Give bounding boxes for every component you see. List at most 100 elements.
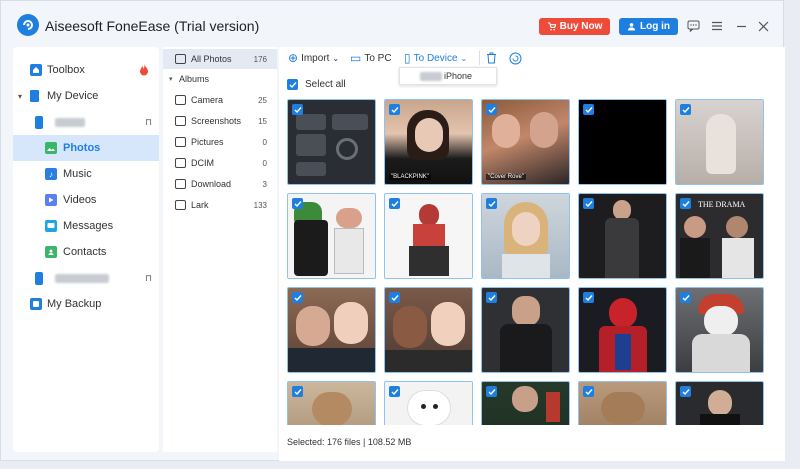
photo-tile[interactable] xyxy=(578,381,667,425)
album-count: 0 xyxy=(262,137,267,147)
user-icon xyxy=(627,23,636,31)
sidebar: Toolbox ▾ My Device ⊓ Photos ♪ Music Vid… xyxy=(13,47,159,452)
backup-icon xyxy=(30,298,42,310)
photo-tile[interactable]: "BLACKPINK" xyxy=(384,99,473,185)
checkbox-icon xyxy=(583,292,594,303)
import-button[interactable]: ⊕ Import ⌄ xyxy=(288,49,339,67)
checkbox-icon xyxy=(680,198,691,209)
album-icon xyxy=(175,54,186,64)
sidebar-item-label: Music xyxy=(63,168,92,180)
minimize-icon[interactable] xyxy=(733,18,749,34)
checkbox-icon xyxy=(292,104,303,115)
sidebar-item-my-device[interactable]: ▾ My Device xyxy=(13,83,159,109)
sidebar-item-label: Messages xyxy=(63,220,114,232)
checkbox-icon xyxy=(292,386,303,397)
feedback-icon[interactable] xyxy=(685,18,701,34)
videos-icon xyxy=(45,194,57,206)
close-icon[interactable] xyxy=(755,18,771,34)
app-logo-icon xyxy=(17,14,39,36)
dropdown-device-label: iPhone xyxy=(444,71,473,81)
checkbox-icon xyxy=(486,104,497,115)
photo-tile[interactable] xyxy=(481,287,570,373)
album-lark[interactable]: Lark 133 xyxy=(163,195,277,215)
album-label: DCIM xyxy=(191,158,214,168)
photo-tile[interactable]: THE DRAMA xyxy=(675,193,764,279)
to-device-button[interactable]: ▯ To Device ⌄ xyxy=(404,49,467,67)
log-in-label: Log in xyxy=(640,21,670,32)
album-pictures[interactable]: Pictures 0 xyxy=(163,132,277,152)
download-icon xyxy=(175,179,186,189)
menu-icon[interactable] xyxy=(709,18,725,34)
dcim-icon xyxy=(175,158,186,168)
photo-tile[interactable] xyxy=(481,381,570,425)
photo-tile[interactable] xyxy=(287,287,376,373)
album-screenshots[interactable]: Screenshots 15 xyxy=(163,111,277,131)
refresh-button[interactable] xyxy=(509,49,522,67)
checkbox-icon xyxy=(292,198,303,209)
checkbox-icon xyxy=(680,104,691,115)
hot-icon xyxy=(139,64,149,79)
photo-tile[interactable] xyxy=(578,287,667,373)
photo-tile[interactable] xyxy=(675,381,764,425)
sidebar-item-toolbox[interactable]: Toolbox xyxy=(13,57,159,83)
album-download[interactable]: Download 3 xyxy=(163,174,277,194)
album-label: All Photos xyxy=(191,54,232,64)
delete-button[interactable] xyxy=(486,49,497,67)
photo-tile[interactable] xyxy=(287,193,376,279)
sidebar-item-contacts[interactable]: Contacts xyxy=(13,239,159,265)
sidebar-item-music[interactable]: ♪ Music xyxy=(13,161,159,187)
device-export-icon: ▯ xyxy=(404,51,411,65)
photo-tile[interactable] xyxy=(384,287,473,373)
album-all-photos[interactable]: All Photos 176 xyxy=(163,49,277,69)
album-label: Camera xyxy=(191,95,224,105)
album-icon xyxy=(175,200,186,210)
photo-tile[interactable]: "Cover Rove" xyxy=(481,99,570,185)
photo-tile[interactable] xyxy=(675,99,764,185)
photo-tile[interactable] xyxy=(287,381,376,425)
sidebar-item-my-backup[interactable]: My Backup xyxy=(13,291,159,317)
lock-icon: ⊓ xyxy=(145,116,153,127)
buy-now-label: Buy Now xyxy=(559,21,603,32)
sidebar-item-device-1[interactable]: ⊓ xyxy=(13,109,159,135)
photo-tile[interactable] xyxy=(675,287,764,373)
buy-now-button[interactable]: Buy Now xyxy=(539,18,610,35)
to-device-dropdown[interactable]: iPhone xyxy=(399,67,497,85)
album-camera[interactable]: Camera 25 xyxy=(163,90,277,110)
sidebar-item-label: Contacts xyxy=(63,246,107,258)
device-name-blurred xyxy=(55,273,109,283)
photo-tile[interactable] xyxy=(481,193,570,279)
album-dcim[interactable]: DCIM 0 xyxy=(163,153,277,173)
album-count: 0 xyxy=(262,158,267,168)
sidebar-item-label: Videos xyxy=(63,194,97,206)
checkbox-icon xyxy=(287,79,298,90)
photos-icon xyxy=(45,142,57,154)
photo-tile[interactable] xyxy=(578,193,667,279)
trash-icon xyxy=(487,52,496,64)
checkbox-icon xyxy=(389,104,400,115)
photo-tile[interactable] xyxy=(384,381,473,425)
screenshot-icon xyxy=(175,116,186,126)
albums-group-toggle[interactable]: ▾ Albums xyxy=(163,69,277,89)
photo-tile[interactable] xyxy=(384,193,473,279)
toolbar-divider xyxy=(479,51,480,65)
photo-tile[interactable] xyxy=(287,99,376,185)
checkbox-icon xyxy=(583,198,594,209)
photo-tile[interactable] xyxy=(578,99,667,185)
chevron-down-icon: ⌄ xyxy=(460,53,468,63)
sidebar-item-photos[interactable]: Photos xyxy=(13,135,159,161)
to-pc-label: To PC xyxy=(364,52,392,64)
select-all-checkbox[interactable]: Select all xyxy=(287,79,346,90)
sidebar-item-videos[interactable]: Videos xyxy=(13,187,159,213)
album-count: 3 xyxy=(262,179,267,189)
sidebar-item-device-2[interactable]: ⊓ xyxy=(13,265,159,291)
log-in-button[interactable]: Log in xyxy=(619,18,678,35)
photo-caption: "Cover Rove" xyxy=(486,174,526,180)
album-label: Screenshots xyxy=(191,116,242,126)
album-label: Albums xyxy=(179,74,210,84)
sidebar-item-label: My Backup xyxy=(47,298,102,310)
checkbox-icon xyxy=(680,292,691,303)
to-pc-button[interactable]: ▭ To PC xyxy=(350,49,392,67)
photo-caption: "BLACKPINK" xyxy=(389,174,431,180)
album-label: Download xyxy=(191,179,232,189)
sidebar-item-messages[interactable]: Messages xyxy=(13,213,159,239)
